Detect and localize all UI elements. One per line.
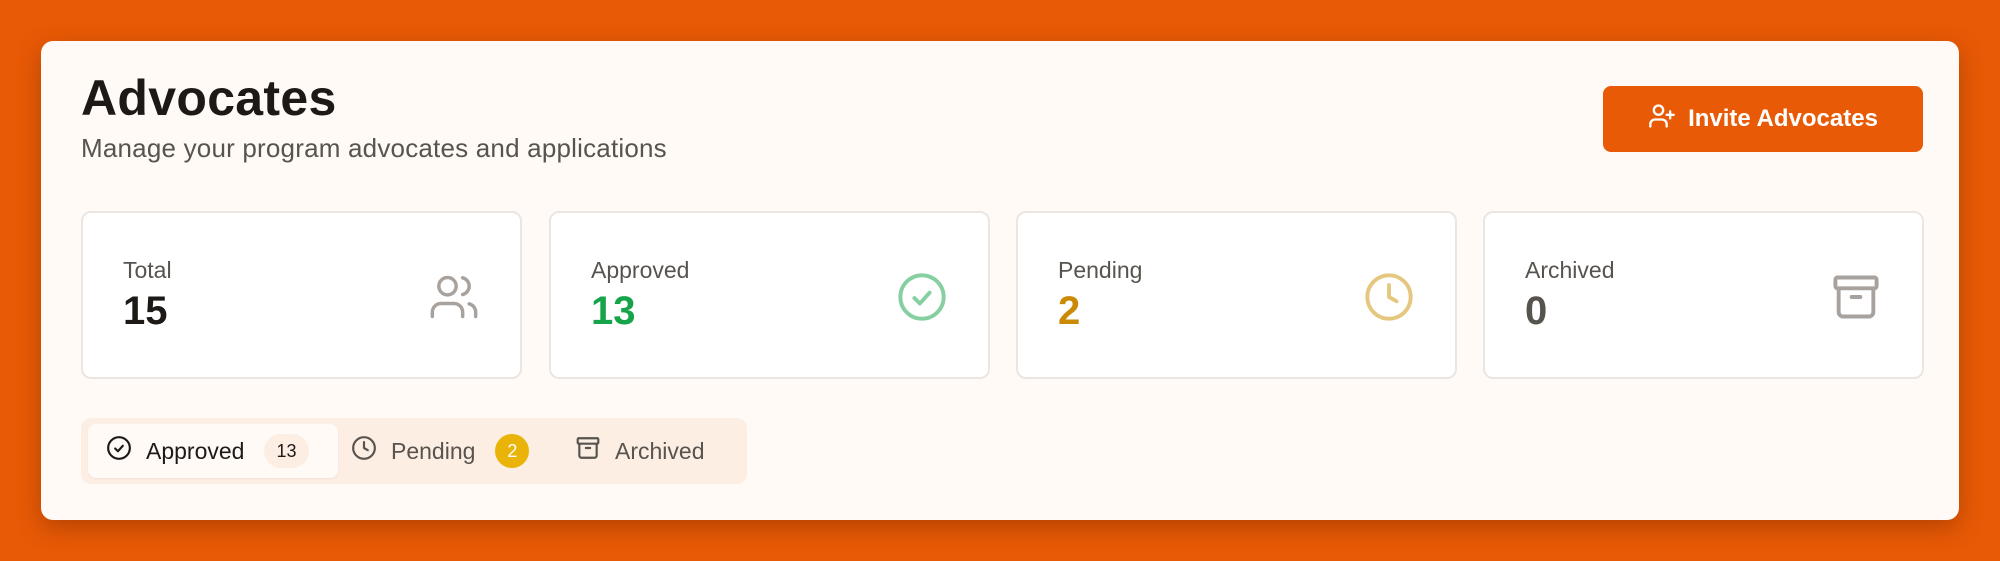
stat-label: Total	[123, 257, 172, 283]
stat-value: 2	[1058, 289, 1081, 333]
invite-advocates-button[interactable]: Invite Advocates	[1603, 86, 1923, 152]
check-circle-icon	[106, 435, 132, 467]
stat-label: Pending	[1058, 257, 1143, 283]
stat-label: Approved	[591, 257, 690, 283]
check-circle-icon	[896, 271, 948, 323]
count-badge: 2	[495, 434, 530, 468]
stat-card-archived: Archived 0	[1483, 211, 1924, 379]
user-plus-icon	[1648, 102, 1676, 137]
stat-value: 15	[123, 289, 168, 333]
stat-card-approved: Approved 13	[549, 211, 990, 379]
status-tabs: Approved 13 Pending 2 Archived	[81, 418, 747, 484]
stat-value: 13	[591, 289, 636, 333]
clock-icon	[351, 435, 377, 467]
stat-label: Archived	[1525, 257, 1615, 283]
stat-value: 0	[1525, 289, 1548, 333]
tab-pending[interactable]: Pending 2	[351, 424, 530, 478]
tab-label: Approved	[146, 437, 245, 464]
stat-card-total: Total 15	[81, 211, 522, 379]
page-title: Advocates	[81, 70, 337, 126]
tab-archived[interactable]: Archived	[575, 424, 704, 478]
tab-approved[interactable]: Approved 13	[88, 424, 338, 478]
count-badge: 13	[264, 434, 309, 468]
advocates-panel: Advocates Manage your program advocates …	[41, 41, 1959, 520]
tab-label: Pending	[391, 437, 476, 464]
archive-icon	[575, 435, 601, 467]
archive-icon	[1830, 271, 1882, 323]
tab-label: Archived	[615, 437, 705, 464]
invite-advocates-label: Invite Advocates	[1688, 105, 1878, 132]
users-icon	[428, 271, 480, 323]
page-subtitle: Manage your program advocates and applic…	[81, 133, 667, 163]
stat-card-pending: Pending 2	[1016, 211, 1457, 379]
clock-icon	[1363, 271, 1415, 323]
